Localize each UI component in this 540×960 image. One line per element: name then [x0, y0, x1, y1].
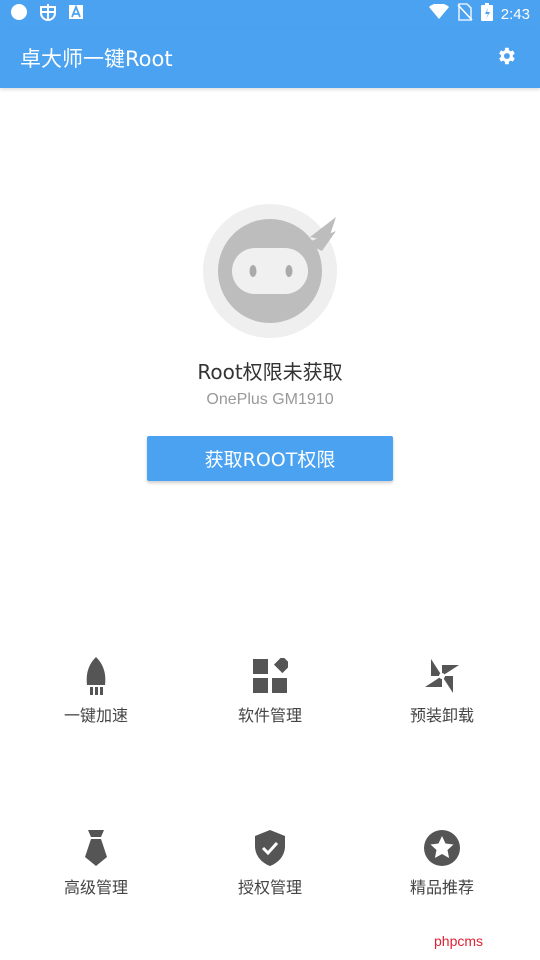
menu-item-label: 高级管理: [63, 878, 128, 897]
a-box-icon: [68, 4, 84, 24]
menu-item-label: 一键加速: [63, 706, 128, 725]
app-bar: 卓大师一键Root: [0, 28, 540, 88]
ninja-avatar-icon: [202, 203, 338, 339]
menu-item-app-manager[interactable]: 软件管理: [180, 656, 360, 766]
tie-icon: [76, 828, 116, 868]
gear-icon: [495, 45, 517, 71]
menu-item-recommend[interactable]: 精品推荐: [352, 828, 532, 938]
menu-item-authorization[interactable]: 授权管理: [180, 828, 360, 938]
apps-grid-icon: [250, 656, 290, 696]
menu-item-advanced[interactable]: 高级管理: [6, 828, 186, 938]
watermark-text: phpcms: [434, 933, 484, 949]
rocket-icon: [76, 656, 116, 696]
app-title: 卓大师一键Root: [20, 47, 173, 71]
bug-icon: [38, 3, 58, 25]
wifi-icon: [428, 3, 449, 24]
circle-icon: [10, 3, 28, 25]
menu-item-label: 精品推荐: [409, 878, 474, 897]
menu-item-speed-up[interactable]: 一键加速: [6, 656, 186, 766]
get-root-button[interactable]: 获取ROOT权限: [147, 436, 393, 481]
menu-item-label: 软件管理: [237, 706, 302, 725]
root-status-text: Root权限未获取: [197, 360, 343, 384]
menu-item-preinstall-uninstall[interactable]: 预装卸载: [352, 656, 532, 766]
star-circle-icon: [422, 828, 462, 868]
battery-icon: [480, 3, 493, 25]
status-left-icons: [10, 3, 84, 25]
status-right-icons: 2:43: [428, 3, 530, 25]
status-time: 2:43: [500, 5, 530, 23]
device-model-text: OnePlus GM1910: [206, 391, 334, 408]
status-bar: 2:43: [0, 0, 540, 28]
shield-check-icon: [250, 828, 290, 868]
menu-item-label: 预装卸载: [409, 706, 474, 725]
pinwheel-icon: [422, 656, 462, 696]
no-sim-icon: [457, 3, 473, 25]
settings-button[interactable]: [492, 44, 520, 72]
menu-item-label: 授权管理: [237, 878, 302, 897]
